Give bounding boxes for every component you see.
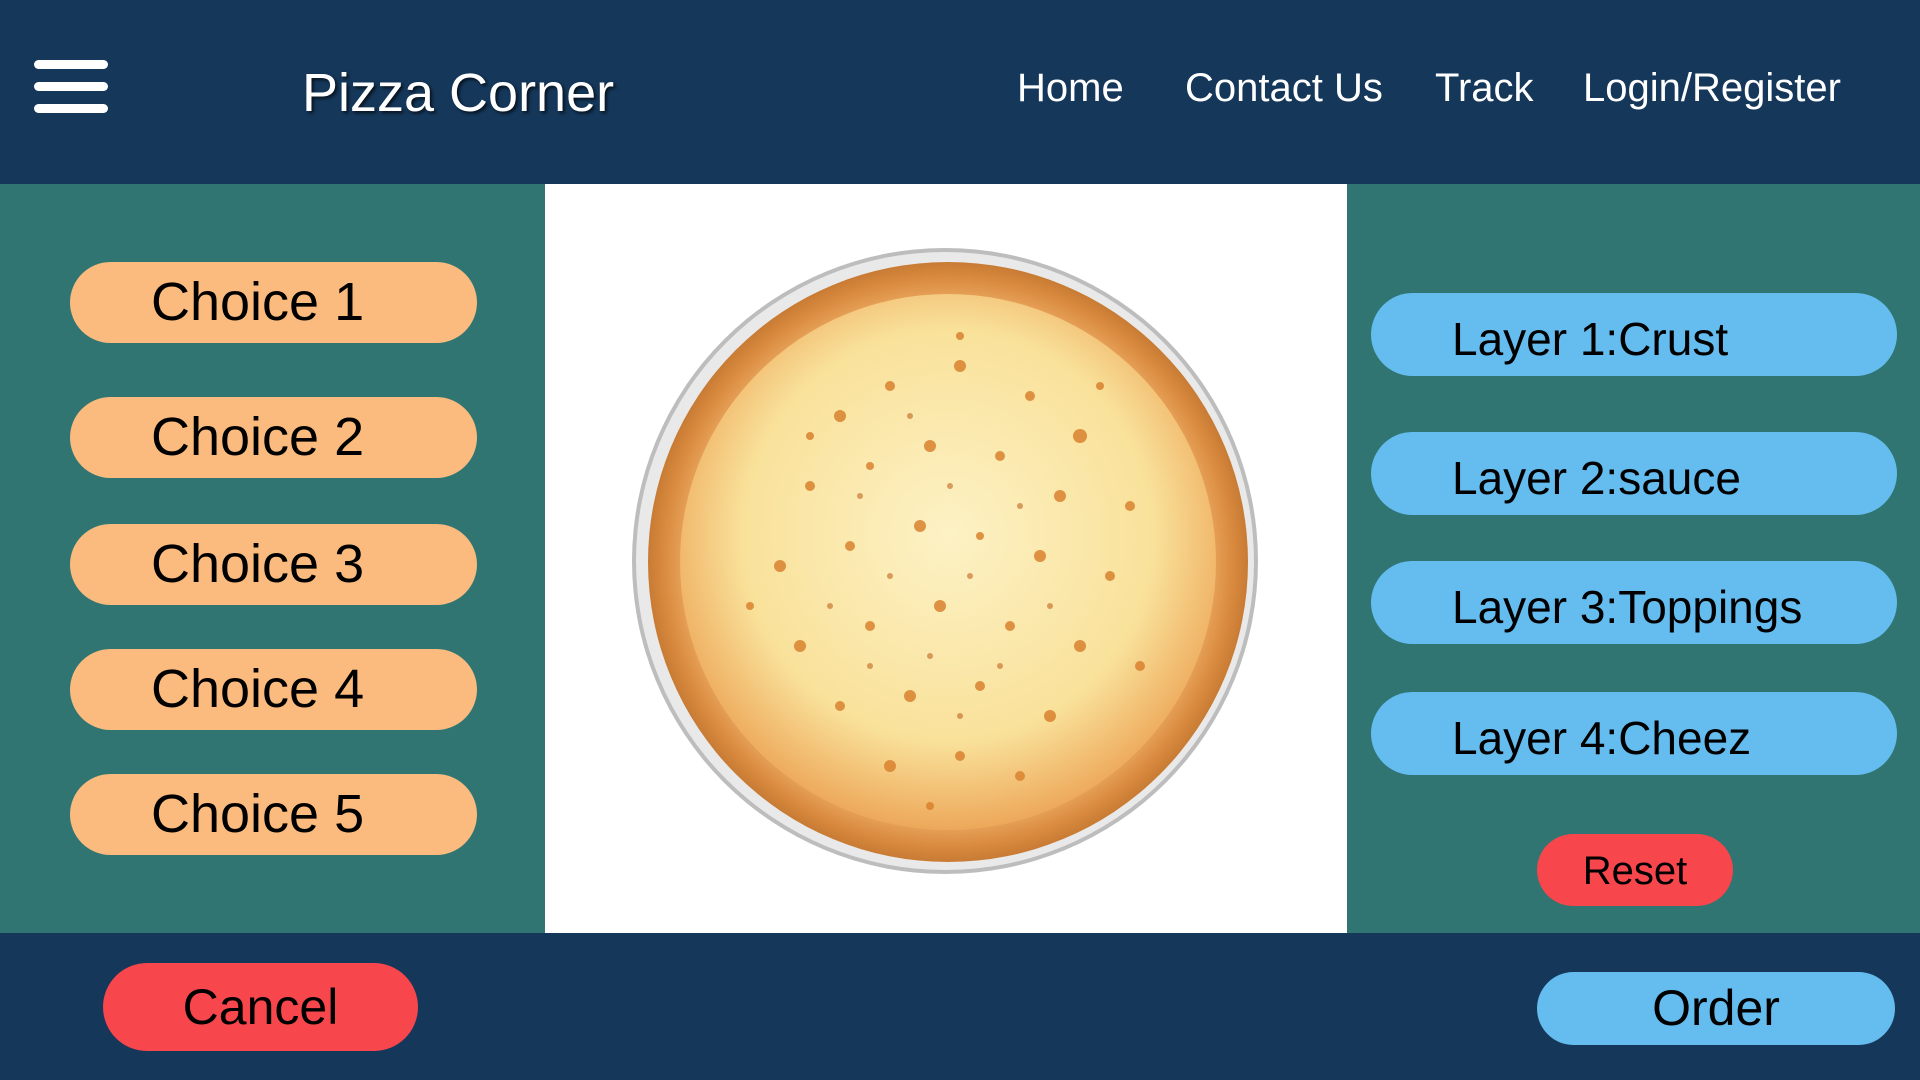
- choices-panel: Choice 1 Choice 2 Choice 3 Choice 4 Choi…: [0, 184, 545, 933]
- cancel-button[interactable]: Cancel: [103, 963, 418, 1051]
- choice-4-button[interactable]: Choice 4: [70, 649, 477, 730]
- cheese-pizza-image: [630, 246, 1260, 876]
- choice-2-button[interactable]: Choice 2: [70, 397, 477, 478]
- hamburger-menu-icon[interactable]: [34, 60, 108, 114]
- order-button[interactable]: Order: [1537, 972, 1895, 1045]
- nav-contact-link[interactable]: Contact Us: [1185, 66, 1383, 111]
- layer-sauce-button[interactable]: Layer 2:sauce: [1371, 432, 1897, 515]
- choice-3-button[interactable]: Choice 3: [70, 524, 477, 605]
- brand-title: Pizza Corner: [302, 63, 615, 123]
- pizza-preview-panel: [545, 184, 1347, 933]
- reset-button[interactable]: Reset: [1537, 834, 1733, 906]
- app-footer: Cancel Order: [0, 933, 1920, 1080]
- choice-5-button[interactable]: Choice 5: [70, 774, 477, 855]
- layer-crust-button[interactable]: Layer 1:Crust: [1371, 293, 1897, 376]
- nav-home-link[interactable]: Home: [1017, 66, 1124, 111]
- choice-1-button[interactable]: Choice 1: [70, 262, 477, 343]
- nav-track-link[interactable]: Track: [1435, 66, 1534, 111]
- layer-toppings-button[interactable]: Layer 3:Toppings: [1371, 561, 1897, 644]
- app-header: Pizza Corner Home Contact Us Track Login…: [0, 0, 1920, 184]
- layers-panel: Layer 1:Crust Layer 2:sauce Layer 3:Topp…: [1347, 184, 1920, 933]
- nav-login-register-link[interactable]: Login/Register: [1583, 66, 1841, 111]
- layer-cheez-button[interactable]: Layer 4:Cheez: [1371, 692, 1897, 775]
